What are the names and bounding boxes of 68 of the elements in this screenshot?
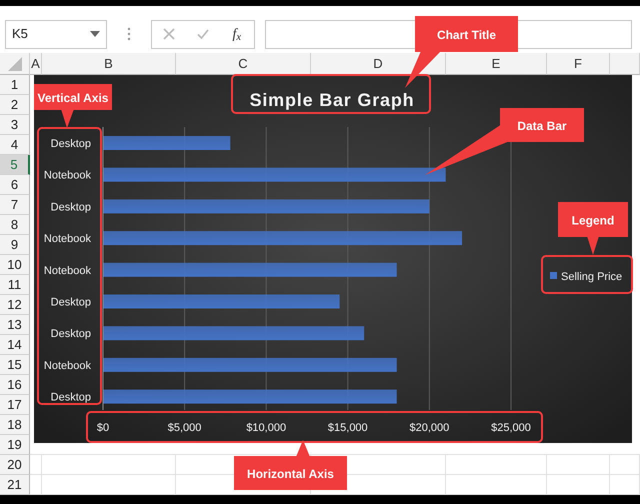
name-box[interactable]: K5 — [5, 20, 107, 48]
column-header[interactable] — [610, 53, 640, 75]
callout-label: Horizontal Axis — [247, 467, 334, 481]
axis-label: Desktop — [50, 392, 91, 404]
row-header[interactable]: 7 — [0, 195, 30, 215]
spreadsheet-cell[interactable] — [547, 455, 610, 475]
spreadsheet-cell[interactable] — [30, 475, 42, 495]
row-header[interactable]: 18 — [0, 415, 30, 435]
legend-label: Selling Price — [561, 271, 622, 283]
row-header[interactable]: 3 — [0, 115, 30, 135]
callout-label: Legend — [572, 214, 614, 228]
row-header[interactable]: 8 — [0, 215, 30, 235]
spreadsheet-cell[interactable] — [446, 475, 547, 495]
axis-label: $10,000 — [246, 422, 286, 434]
axis-label: Notebook — [44, 170, 91, 182]
row-header[interactable]: 11 — [0, 275, 30, 295]
spreadsheet-cell[interactable] — [30, 455, 42, 475]
axis-label: Notebook — [44, 264, 91, 277]
spreadsheet-cell[interactable] — [42, 455, 176, 475]
select-all-corner[interactable] — [0, 53, 30, 75]
row-header[interactable]: 6 — [0, 175, 30, 195]
row-header[interactable]: 4 — [0, 135, 30, 155]
row-header[interactable]: 20 — [0, 455, 30, 475]
spreadsheet-cell[interactable] — [547, 475, 610, 495]
row-header[interactable]: 21 — [0, 475, 30, 495]
triangle-icon[interactable] — [8, 56, 22, 70]
insert-function-button[interactable]: f$_{x}$ — [230, 24, 244, 44]
drag-handle-icon[interactable] — [127, 27, 131, 41]
row-header[interactable]: 12 — [0, 295, 30, 315]
axis-label: $5,000 — [168, 422, 202, 434]
spreadsheet-cell[interactable] — [42, 475, 176, 495]
spreadsheet-cell[interactable] — [446, 455, 547, 475]
callout-label: Chart Title — [436, 28, 496, 42]
row-header[interactable]: 9 — [0, 235, 30, 255]
callout-label: Data Bar — [517, 119, 567, 133]
callout-tooltip — [558, 202, 628, 255]
axis-label: $25,000 — [491, 422, 531, 434]
row-header[interactable]: 1 — [0, 75, 30, 95]
row-header[interactable]: 13 — [0, 315, 30, 335]
caret-icon[interactable] — [90, 31, 100, 37]
row-header[interactable]: 19 — [0, 435, 30, 455]
axis-label: Desktop — [50, 138, 91, 150]
spreadsheet-cell[interactable] — [610, 455, 640, 475]
checkmark-icon[interactable] — [196, 28, 209, 40]
chart-title: Simple Bar Graph — [250, 90, 414, 110]
column-header[interactable]: B — [42, 53, 176, 75]
spreadsheet-cell[interactable] — [610, 475, 640, 495]
axis-label: Desktop — [50, 328, 91, 340]
column-header[interactable]: C — [176, 53, 311, 75]
axis-label: $15,000 — [328, 422, 368, 434]
row-header[interactable]: 14 — [0, 335, 30, 355]
axis-label: Desktop — [50, 201, 91, 214]
axis-label: $0 — [96, 422, 110, 434]
row-header[interactable]: 5 — [0, 155, 30, 175]
row-header[interactable]: 2 — [0, 95, 30, 115]
cancel-icon[interactable] — [162, 28, 175, 40]
callout-label: Vertical Axis — [38, 91, 108, 105]
row-header[interactable]: 10 — [0, 255, 30, 275]
axis-label: Desktop — [50, 296, 91, 308]
axis-label: $20,000 — [410, 422, 450, 434]
row-header[interactable]: 16 — [0, 375, 30, 395]
column-header[interactable]: A — [30, 53, 42, 75]
row-header[interactable]: 17 — [0, 395, 30, 415]
axis-label: Notebook — [44, 233, 91, 246]
column-header[interactable]: E — [446, 53, 547, 75]
column-header[interactable]: F — [547, 53, 610, 75]
row-header[interactable]: 15 — [0, 355, 30, 375]
axis-label: Notebook — [44, 360, 91, 372]
